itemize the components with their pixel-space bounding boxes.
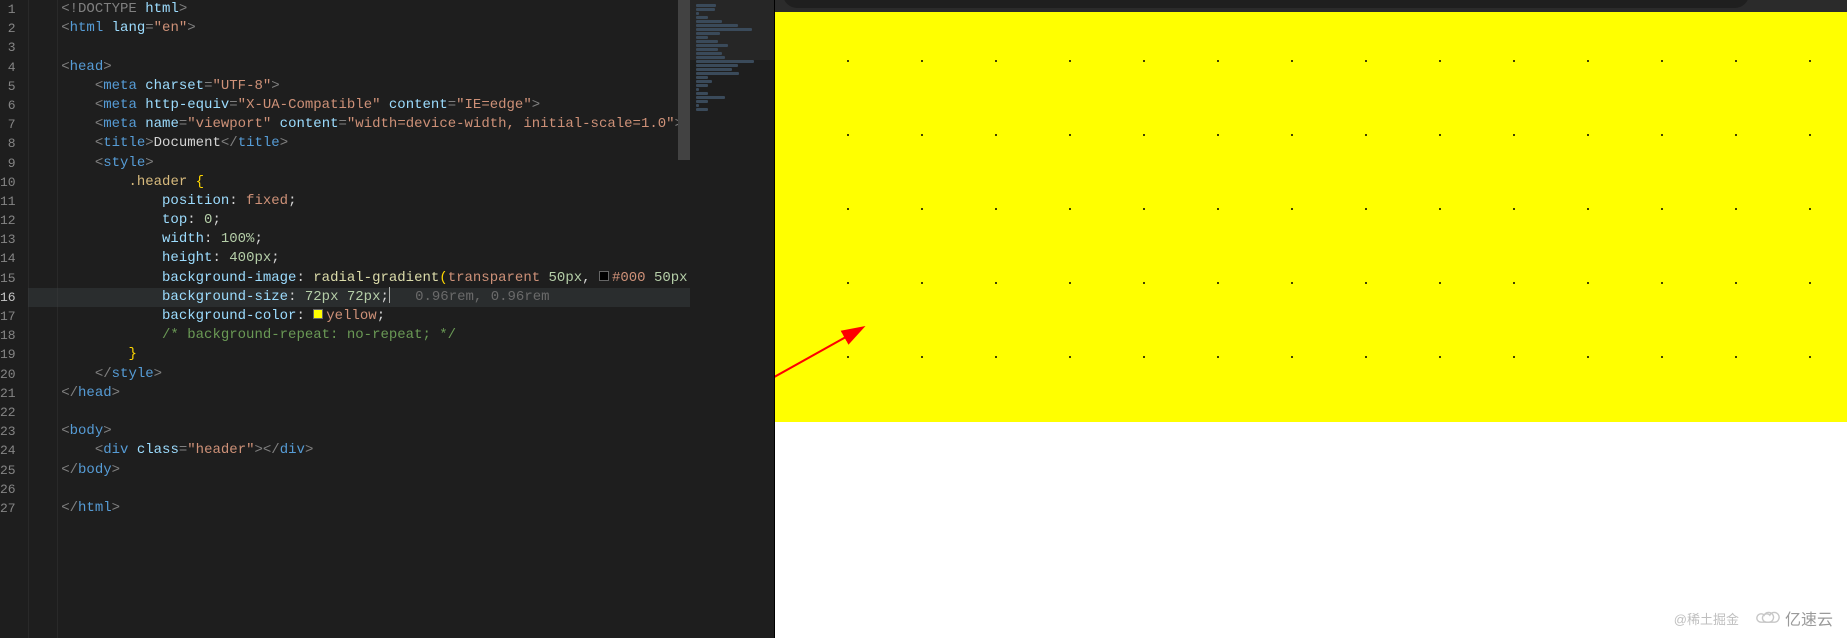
browser-address-bar: http://127.0.0.1:5500/index.html (775, 0, 1847, 12)
url-input[interactable]: http://127.0.0.1:5500/index.html (783, 0, 1749, 8)
editor-vertical-scrollbar[interactable] (678, 0, 690, 638)
watermark-juejin: @稀土掘金 (1674, 609, 1739, 628)
code-content[interactable]: <!DOCTYPE html> <html lang="en"> <head> … (28, 0, 705, 638)
line-number: 2 (0, 19, 16, 38)
line-number: 8 (0, 134, 16, 153)
line-number: 26 (0, 480, 16, 499)
line-number: 22 (0, 403, 16, 422)
browser-viewport[interactable]: @稀土掘金 亿速云 (775, 12, 1847, 638)
inline-hint: 0.96rem, 0.96rem (390, 289, 550, 305)
code-editor[interactable]: 1234567891011121314151617181920212223242… (0, 0, 690, 638)
line-number: 18 (0, 326, 16, 345)
line-number: 4 (0, 58, 16, 77)
line-number: 16 (0, 288, 16, 307)
line-number: 10 (0, 173, 16, 192)
line-number: 15 (0, 269, 16, 288)
line-number: 5 (0, 77, 16, 96)
text-cursor (389, 287, 390, 303)
line-number: 23 (0, 422, 16, 441)
minimap[interactable] (690, 0, 775, 638)
line-number: 11 (0, 192, 16, 211)
active-line[interactable]: background-size: 72px 72px; 0.96rem, 0.9… (28, 288, 705, 307)
browser-preview: http://127.0.0.1:5500/index.html @稀土掘金 (775, 0, 1847, 638)
line-number-gutter: 1234567891011121314151617181920212223242… (0, 0, 28, 638)
line-number: 24 (0, 441, 16, 460)
line-number: 7 (0, 115, 16, 134)
color-swatch-yellow (313, 309, 323, 319)
line-number: 3 (0, 38, 16, 57)
line-number: 1 (0, 0, 16, 19)
line-number: 21 (0, 384, 16, 403)
line-number: 13 (0, 230, 16, 249)
watermark-yisu: 亿速云 (1753, 606, 1833, 630)
line-number: 17 (0, 307, 16, 326)
scrollbar-thumb[interactable] (678, 0, 690, 160)
line-number: 9 (0, 154, 16, 173)
color-swatch-black (599, 271, 609, 281)
line-number: 20 (0, 365, 16, 384)
rendered-header-element (775, 12, 1847, 422)
line-number: 14 (0, 249, 16, 268)
line-number: 19 (0, 345, 16, 364)
line-number: 12 (0, 211, 16, 230)
line-number: 25 (0, 461, 16, 480)
line-number: 6 (0, 96, 16, 115)
line-number: 27 (0, 499, 16, 518)
